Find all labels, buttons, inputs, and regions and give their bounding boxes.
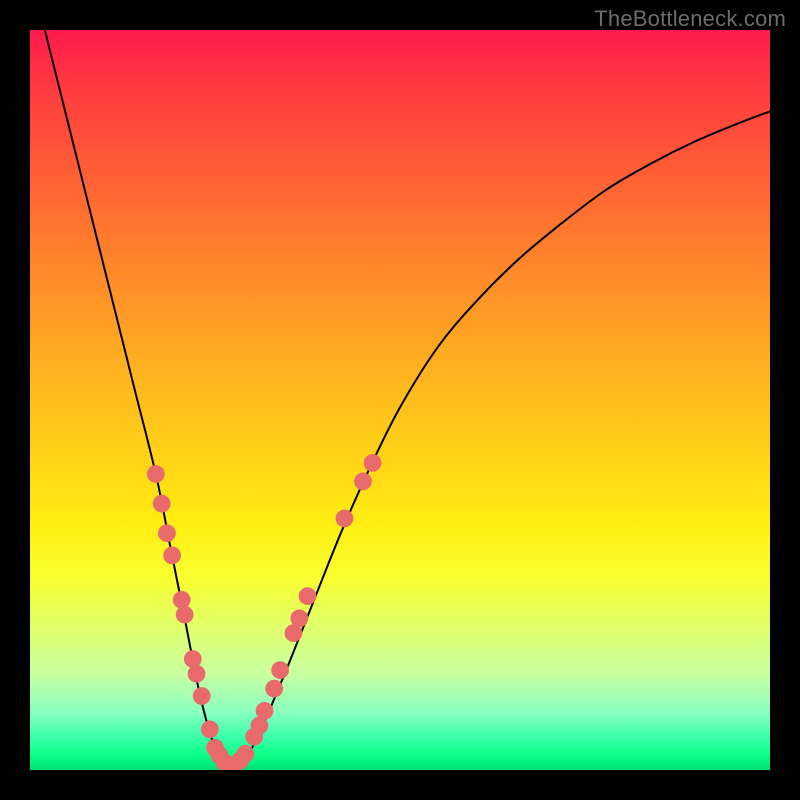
data-marker <box>193 687 211 705</box>
data-marker <box>173 591 191 609</box>
data-marker <box>147 465 165 483</box>
data-marker <box>163 547 181 565</box>
data-marker <box>354 473 372 491</box>
data-marker <box>299 587 317 605</box>
chart-svg <box>30 30 770 770</box>
plot-area <box>30 30 770 770</box>
bottleneck-curve <box>45 30 770 770</box>
data-marker <box>153 495 171 513</box>
data-marker <box>271 661 289 679</box>
data-marker <box>290 609 308 627</box>
data-marker <box>188 665 206 683</box>
data-marker <box>201 720 219 738</box>
data-marker <box>336 510 354 528</box>
data-marker <box>236 745 254 763</box>
data-marker <box>256 702 274 720</box>
data-marker <box>176 606 194 624</box>
data-marker <box>265 680 283 698</box>
watermark-text: TheBottleneck.com <box>594 6 786 32</box>
chart-frame: TheBottleneck.com <box>0 0 800 800</box>
data-marker <box>364 454 382 472</box>
data-marker <box>158 524 176 542</box>
data-marker <box>184 650 202 668</box>
curve-markers <box>147 454 382 770</box>
